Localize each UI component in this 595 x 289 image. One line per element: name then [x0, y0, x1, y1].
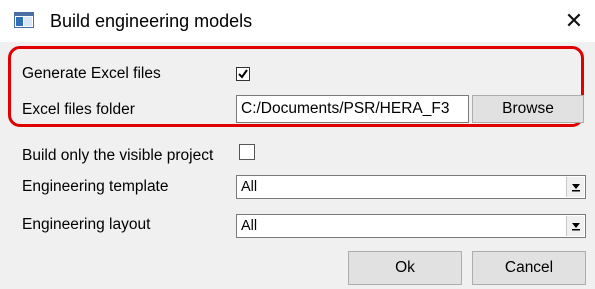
build-engineering-models-dialog: Build engineering models ✕ Generate Exce…: [0, 0, 595, 289]
build-visible-checkbox[interactable]: [239, 144, 255, 160]
checkmark-icon: [238, 69, 248, 79]
window-title: Build engineering models: [50, 11, 253, 31]
close-icon[interactable]: ✕: [560, 8, 588, 34]
engineering-template-select[interactable]: All: [236, 175, 586, 199]
cancel-button[interactable]: Cancel: [472, 251, 586, 285]
excel-folder-input[interactable]: C:/Documents/PSR/HERA_F3: [236, 95, 469, 123]
title-bar[interactable]: Build engineering models ✕: [0, 0, 595, 42]
chevron-down-icon: [572, 223, 580, 231]
engineering-layout-value: All: [241, 218, 258, 234]
chevron-down-icon: [572, 184, 580, 192]
ok-button[interactable]: Ok: [348, 251, 462, 285]
template-dropdown-arrow[interactable]: [566, 177, 584, 197]
generate-excel-checkbox[interactable]: [236, 67, 250, 81]
generate-excel-label: Generate Excel files: [22, 65, 161, 82]
engineering-layout-select[interactable]: All: [236, 214, 586, 238]
dialog-body: Generate Excel files Excel files folder …: [0, 42, 595, 289]
engineering-template-value: All: [241, 179, 258, 195]
layout-dropdown-arrow[interactable]: [566, 216, 584, 236]
app-window-icon: [14, 12, 34, 28]
browse-button[interactable]: Browse: [472, 95, 584, 123]
excel-folder-label: Excel files folder: [22, 101, 135, 118]
engineering-layout-label: Engineering layout: [22, 216, 151, 233]
build-visible-label: Build only the visible project: [22, 147, 214, 164]
engineering-template-label: Engineering template: [22, 178, 169, 195]
